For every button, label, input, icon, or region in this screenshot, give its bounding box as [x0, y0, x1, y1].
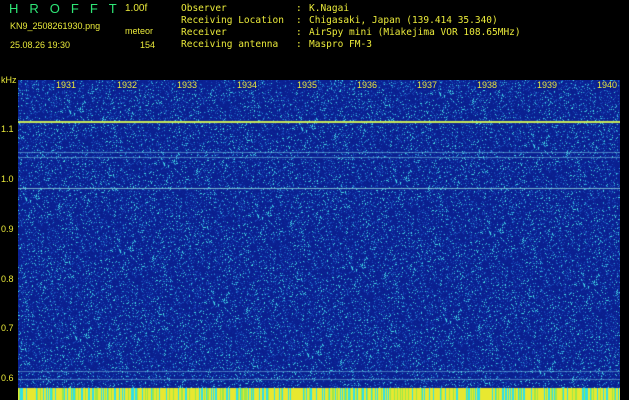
minute-label: 1937: [416, 80, 439, 90]
minute-label: 1934: [236, 80, 259, 90]
freq-tick-label: 0.7: [1, 323, 14, 333]
observer-value: K.Nagai: [309, 3, 350, 14]
antenna-colon: :: [296, 39, 302, 50]
filename-label: KN9_2508261930.png: [10, 21, 101, 31]
location-colon: :: [296, 15, 302, 26]
app-title: HROFFT: [9, 1, 128, 16]
minute-label: 1931: [55, 80, 78, 90]
freq-tick-label: 0.8: [1, 274, 14, 284]
minute-label: 1939: [536, 80, 559, 90]
observer-label: Observer: [181, 3, 227, 14]
freq-tick-label: 1.1: [1, 124, 14, 134]
meteor-label: meteor: [125, 26, 154, 36]
freq-tick-label: 0.6: [1, 373, 14, 383]
receiver-colon: :: [296, 27, 302, 38]
minute-label: 1935: [296, 80, 319, 90]
antenna-label: Receiving antenna: [181, 39, 279, 50]
spectrogram: [18, 80, 620, 400]
minute-label: 1932: [116, 80, 139, 90]
receiver-value: AirSpy mini (Miakejima VOR 108.65MHz): [309, 27, 521, 38]
receiver-label: Receiver: [181, 27, 227, 38]
observer-colon: :: [296, 3, 302, 14]
frequency-unit-label: kHz: [1, 75, 17, 85]
freq-tick-label: 1.0: [1, 174, 14, 184]
freq-tick-label: 0.9: [1, 224, 14, 234]
meteor-count: 154: [140, 40, 156, 50]
minute-label: 1938: [476, 80, 499, 90]
version-label: 1.00f: [125, 3, 148, 14]
location-label: Receiving Location: [181, 15, 284, 26]
antenna-value: Maspro FM-3: [309, 39, 372, 50]
datetime-label: 25.08.26 19:30: [10, 40, 71, 50]
location-value: Chigasaki, Japan (139.414 35.340): [309, 15, 498, 26]
minute-label: 1940: [596, 80, 619, 90]
minute-label: 1936: [356, 80, 379, 90]
minute-label: 1933: [176, 80, 199, 90]
